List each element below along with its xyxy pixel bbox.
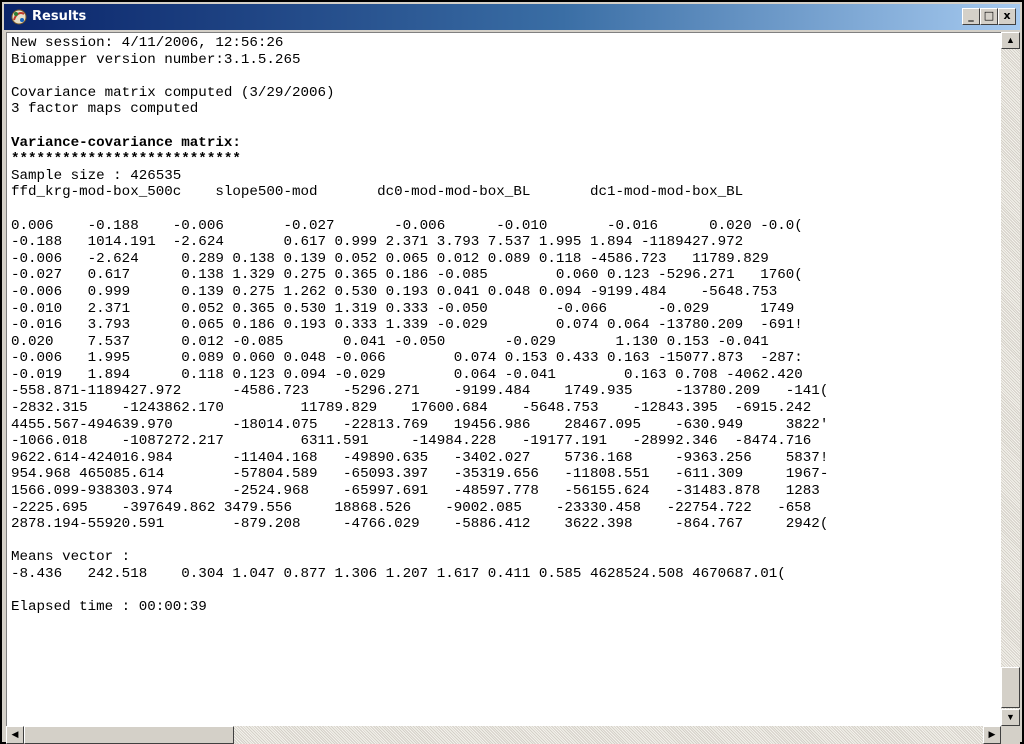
output-line: 0.006 -0.188 -0.006 -0.027 -0.006 -0.010… [11, 217, 803, 234]
output-line: Covariance matrix computed (3/29/2006) [11, 84, 335, 101]
output-line: Variance-covariance matrix: [11, 134, 241, 151]
output-line: -0.010 2.371 0.052 0.365 0.530 1.319 0.3… [11, 300, 795, 317]
output-line: 0.020 7.537 0.012 -0.085 0.041 -0.050 -0… [11, 333, 769, 350]
vertical-scroll-thumb[interactable] [1001, 667, 1020, 708]
close-button[interactable]: x [998, 8, 1016, 25]
scroll-down-arrow-icon[interactable]: ▼ [1001, 709, 1020, 726]
scroll-left-arrow-icon[interactable]: ◀ [6, 726, 24, 744]
scroll-right-arrow-icon[interactable]: ▶ [983, 726, 1001, 744]
output-line: -558.871-1189427.972 -4586.723 -5296.271… [11, 383, 829, 400]
biomapper-app-icon [11, 9, 27, 25]
scrollbar-corner [1001, 726, 1020, 744]
output-line: Sample size : 426535 [11, 167, 182, 184]
scroll-up-arrow-icon[interactable]: ▲ [1001, 32, 1020, 49]
output-line: -0.006 0.999 0.139 0.275 1.262 0.530 0.1… [11, 283, 778, 300]
output-line: *************************** [11, 151, 241, 168]
output-line: -0.027 0.617 0.138 1.329 0.275 0.365 0.1… [11, 267, 803, 284]
output-line: 9622.614-424016.984 -11404.168 -49890.63… [11, 449, 829, 466]
maximize-button[interactable]: □ [980, 8, 998, 25]
output-line: 2878.194-55920.591 -879.208 -4766.029 -5… [11, 516, 829, 533]
results-text-area[interactable]: New session: 4/11/2006, 12:56:26 Biomappe… [6, 32, 1001, 727]
output-line: -0.006 -2.624 0.289 0.138 0.139 0.052 0.… [11, 250, 769, 267]
vertical-scrollbar[interactable]: ▲ ▼ [1001, 32, 1020, 726]
output-line: ffd_krg-mod-box_500c slope500-mod dc0-mo… [11, 184, 744, 201]
output-line: -2832.315 -1243862.170 11789.829 17600.6… [11, 400, 812, 417]
title-bar[interactable]: Results _ □ x [4, 4, 1020, 30]
output-line: -1066.018 -1087272.217 6311.591 -14984.2… [11, 433, 812, 450]
horizontal-scrollbar[interactable]: ◀ ▶ [6, 726, 1001, 744]
output-line: -0.016 3.793 0.065 0.186 0.193 0.333 1.3… [11, 317, 803, 334]
output-line: 1566.099-938303.974 -2524.968 -65997.691… [11, 483, 820, 500]
output-line: New session: 4/11/2006, 12:56:26 [11, 35, 284, 51]
horizontal-scroll-thumb[interactable] [24, 726, 234, 744]
window-title: Results [32, 9, 87, 24]
output-line: Biomapper version number:3.1.5.265 [11, 51, 301, 68]
output-line: Means vector : [11, 549, 131, 566]
results-window: Results _ □ x New session: 4/11/2006, 12… [0, 0, 1024, 744]
results-output: New session: 4/11/2006, 12:56:26 Biomappe… [11, 35, 828, 616]
output-line: -8.436 242.518 0.304 1.047 0.877 1.306 1… [11, 566, 786, 582]
output-line: -0.019 1.894 0.118 0.123 0.094 -0.029 0.… [11, 366, 803, 383]
output-line: -0.188 1014.191 -2.624 0.617 0.999 2.371… [11, 234, 744, 251]
output-line: Elapsed time : 00:00:39 [11, 599, 207, 616]
output-line: 3 factor maps computed [11, 101, 199, 118]
output-line: -0.006 1.995 0.089 0.060 0.048 -0.066 0.… [11, 350, 803, 367]
output-line: 4455.567-494639.970 -18014.075 -22813.76… [11, 416, 829, 433]
minimize-button[interactable]: _ [962, 8, 980, 25]
output-line: 954.968 465085.614 -57804.589 -65093.397… [11, 466, 829, 483]
output-line: -2225.695 -397649.862 3479.556 18868.526… [11, 499, 812, 516]
